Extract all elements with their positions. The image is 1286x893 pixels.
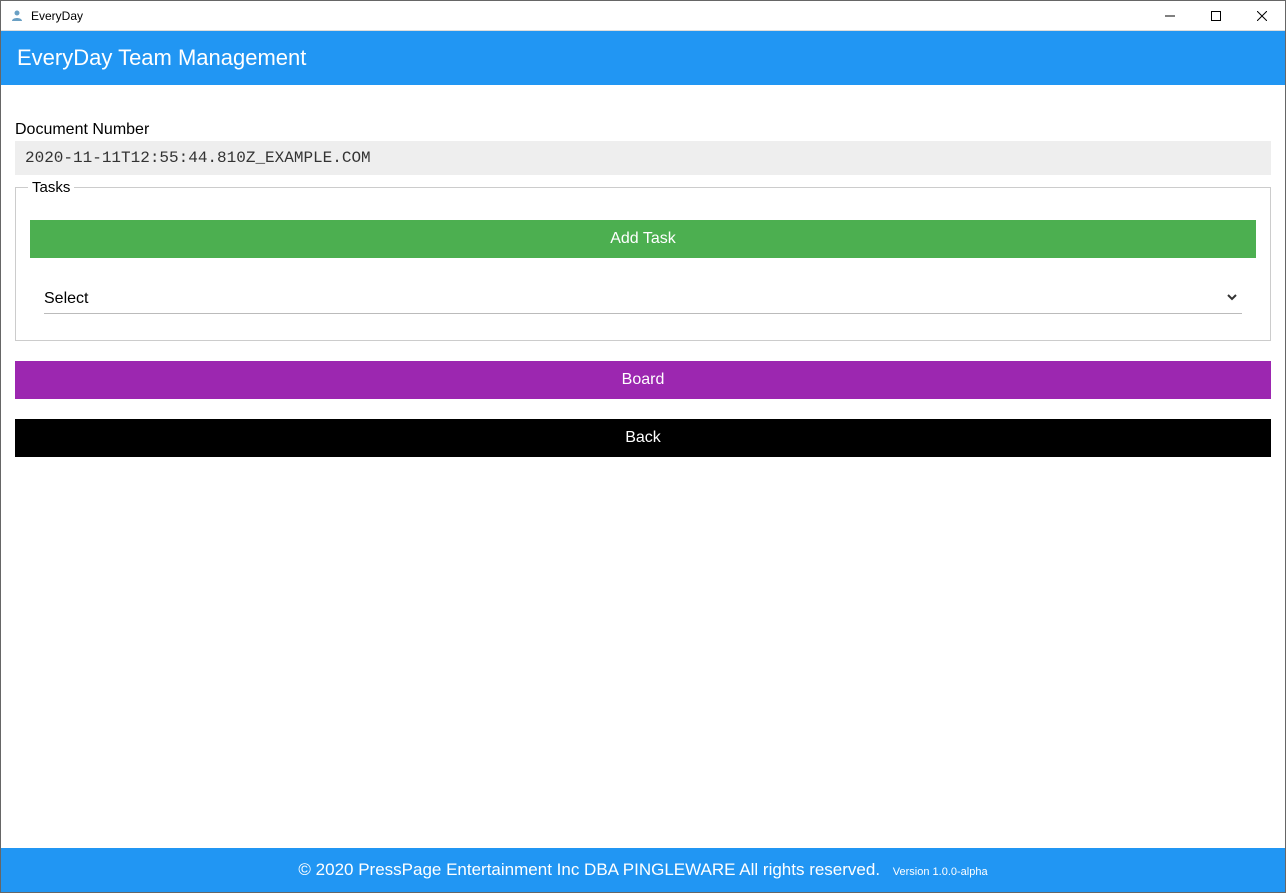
window-titlebar: EveryDay xyxy=(1,1,1285,31)
maximize-button[interactable] xyxy=(1193,1,1239,30)
app-footer: © 2020 PressPage Entertainment Inc DBA P… xyxy=(1,848,1285,892)
document-number-field[interactable] xyxy=(15,141,1271,175)
window-controls xyxy=(1147,1,1285,30)
footer-copyright: © 2020 PressPage Entertainment Inc DBA P… xyxy=(298,860,880,879)
board-button[interactable]: Board xyxy=(15,361,1271,399)
task-select[interactable]: Select xyxy=(44,284,1242,313)
task-select-wrapper: Select xyxy=(44,284,1242,314)
add-task-button[interactable]: Add Task xyxy=(30,220,1256,258)
close-button[interactable] xyxy=(1239,1,1285,30)
footer-version: Version 1.0.0-alpha xyxy=(893,866,988,878)
main-content: Document Number Tasks Add Task Select Bo… xyxy=(1,85,1285,848)
window-title: EveryDay xyxy=(31,9,1147,23)
app-icon xyxy=(9,8,25,24)
document-number-label: Document Number xyxy=(15,121,1271,139)
app-header: EveryDay Team Management xyxy=(1,31,1285,85)
tasks-legend: Tasks xyxy=(28,179,74,196)
minimize-button[interactable] xyxy=(1147,1,1193,30)
page-title: EveryDay Team Management xyxy=(17,45,306,70)
back-button[interactable]: Back xyxy=(15,419,1271,457)
tasks-fieldset: Tasks Add Task Select xyxy=(15,187,1271,341)
